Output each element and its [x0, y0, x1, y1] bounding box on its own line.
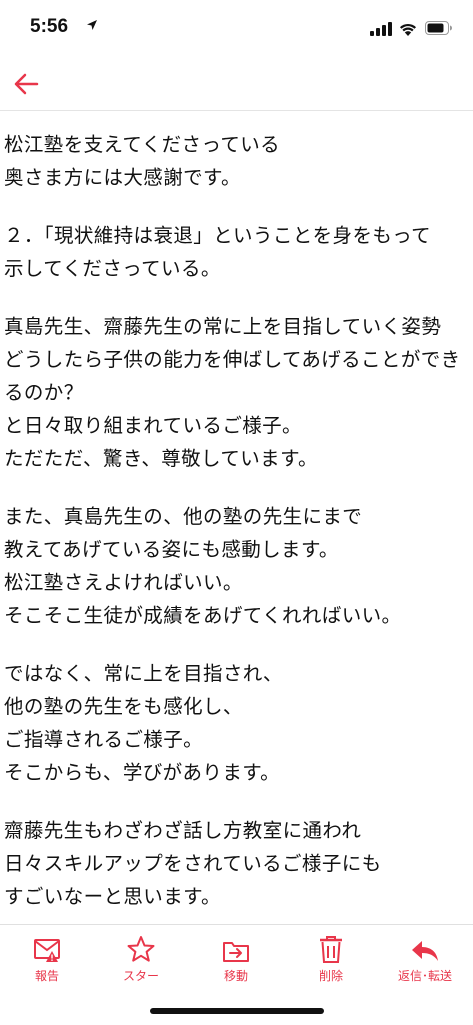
message-paragraph: また、真島先生の、他の塾の先生にまで 教えてあげている姿にも感動します。 松江塾さえ…	[4, 500, 470, 632]
message-paragraph: 齋藤先生もわざわざ話し方教室に通われ 日々スキルアップをされているご様子にも すごい…	[4, 814, 470, 913]
message-line: ではなく、常に上を目指され、	[4, 662, 283, 685]
reply-icon	[412, 941, 438, 961]
message-line: すごいなーと思います。	[4, 885, 221, 908]
message-line: 奥さま方には大感謝です。	[4, 166, 241, 189]
message-body: 松江塾を支えてくださっている 奥さま方には大感謝です。 ２．「現状維持は衰退」という…	[4, 128, 470, 938]
star-label: スター	[122, 969, 159, 983]
message-line: どうしたら子供の能力を伸ばしてあげることができ	[4, 348, 461, 371]
delete-button[interactable]: 削除	[284, 931, 378, 991]
message-paragraph: 松江塾を支えてくださっている 奥さま方には大感謝です。	[4, 128, 470, 194]
message-paragraph: ２．「現状維持は衰退」ということを身をもって 示してくださっている。	[4, 219, 470, 285]
message-line: 日々スキルアップをされているご様子にも	[4, 852, 382, 875]
wifi-icon	[400, 23, 416, 36]
battery-icon	[425, 21, 452, 35]
trash-icon	[320, 936, 342, 963]
message-line: 松江塾さえよければいい。	[4, 571, 243, 594]
message-line: 真島先生、齋藤先生の常に上を目指していく姿勢	[4, 315, 442, 338]
status-time: 5:56	[30, 16, 69, 37]
message-paragraph: 真島先生、齋藤先生の常に上を目指していく姿勢 どうしたら子供の能力を伸ばしてあげる…	[4, 310, 470, 475]
move-icon	[223, 942, 249, 962]
message-line: ご指導されるご様子。	[4, 728, 204, 751]
location-arrow-icon	[87, 20, 97, 30]
message-line: 他の塾の先生をも感化し、	[4, 695, 243, 718]
message-line: そこからも、学びがあります。	[4, 761, 281, 784]
message-line: ２．「現状維持は衰退」ということを身をもって	[4, 224, 432, 247]
message-line: と日々取り組まれているご様子。	[4, 414, 302, 437]
report-label: 報告	[34, 969, 59, 983]
back-arrow-icon	[14, 73, 39, 95]
report-icon	[34, 939, 60, 962]
report-button[interactable]: 報告	[0, 931, 94, 991]
star-icon	[127, 936, 155, 962]
message-line: るのか？	[4, 381, 84, 404]
back-button[interactable]	[8, 66, 44, 102]
nav-bar	[0, 60, 473, 111]
message-line: そこそこ生徒が成績をあげてくれればいい。	[4, 604, 402, 627]
reply-forward-label: 返信･転送	[397, 969, 452, 983]
message-line: 齋藤先生もわざわざ話し方教室に通われ	[4, 819, 362, 842]
cellular-signal-icon	[370, 22, 392, 36]
reply-forward-button[interactable]: 返信･転送	[378, 931, 472, 991]
message-line: 松江塾を支えてくださっている	[4, 133, 281, 156]
star-button[interactable]: スター	[94, 931, 188, 991]
move-button[interactable]: 移動	[189, 931, 283, 991]
message-line: 教えてあげている姿にも感動します。	[4, 538, 339, 561]
message-line: ただただ、驚き、尊敬しています。	[4, 447, 318, 470]
status-bar: 5:56	[0, 0, 473, 60]
move-label: 移動	[223, 969, 248, 983]
message-line: また、真島先生の、他の塾の先生にまで	[4, 505, 363, 528]
message-paragraph: ではなく、常に上を目指され、 他の塾の先生をも感化し、 ご指導されるご様子。そこから…	[4, 657, 470, 789]
home-indicator[interactable]	[150, 1008, 324, 1014]
message-line: 示してくださっている。	[4, 257, 221, 280]
delete-label: 削除	[318, 969, 343, 983]
